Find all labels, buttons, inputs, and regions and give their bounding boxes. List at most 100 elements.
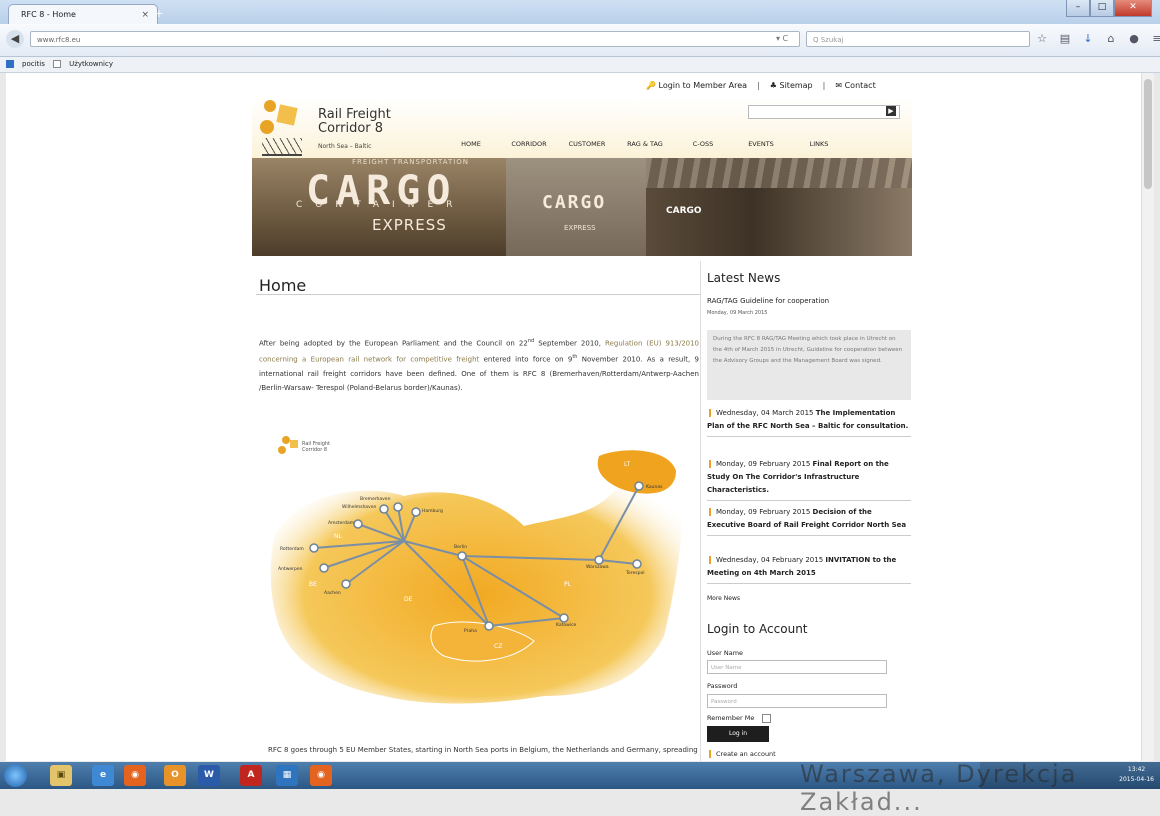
news-item-date: Monday, 09 February 2015	[716, 508, 811, 516]
maximize-button[interactable]: □	[1090, 0, 1114, 17]
username-label: User Name	[707, 649, 744, 657]
country-label: PL	[564, 581, 572, 588]
nav-c-oss[interactable]: C-OSS	[674, 140, 732, 148]
tab-title: RFC 8 - Home	[21, 10, 76, 19]
minimize-button[interactable]: –	[1066, 0, 1090, 17]
city-label: Bremerhaven	[360, 496, 391, 502]
title-divider	[256, 294, 701, 295]
brand-tagline: North Sea – Baltic	[318, 143, 372, 150]
search-button[interactable]: ▶	[886, 106, 896, 116]
browser-tab-bar: RFC 8 - Home × + – □ ✕	[0, 0, 1160, 24]
banner-express-text: EXPRESS	[372, 216, 447, 234]
browser-search-input[interactable]: Q Szukaj	[806, 31, 1030, 47]
page-icon	[53, 60, 62, 68]
password-input[interactable]: Password	[707, 694, 887, 708]
country-label: LT	[624, 461, 631, 468]
scrollbar[interactable]	[1141, 73, 1154, 761]
rfc8-logo[interactable]	[256, 100, 306, 156]
country-label: BE	[309, 581, 317, 588]
download-arrow-icon[interactable]: ↓	[1081, 32, 1095, 45]
bookmark-pocitis[interactable]: pocitis	[6, 60, 45, 68]
internet-explorer-icon[interactable]: e	[92, 765, 114, 786]
banner-container-text: CONTAINER	[296, 200, 466, 210]
close-tab-icon[interactable]: ×	[141, 5, 149, 25]
app-icon[interactable]: ▦	[276, 765, 298, 786]
separator: |	[757, 81, 760, 90]
login-heading: Login to Account	[707, 622, 808, 636]
news-item[interactable]: Monday, 09 February 2015 Decision of the…	[707, 506, 911, 536]
site-search-input[interactable]	[748, 105, 900, 119]
star-bookmark-icon[interactable]: ☆	[1035, 32, 1049, 45]
scrollbar-thumb[interactable]	[1144, 79, 1152, 189]
city-label: Terespol	[625, 570, 644, 576]
start-button[interactable]	[4, 764, 27, 787]
news-item[interactable]: Wednesday, 04 February 2015 INVITATION t…	[707, 554, 911, 584]
cargo-banner: FREIGHT TRANSPORTATION CARGO CONTAINER E…	[252, 158, 912, 256]
menu-icon[interactable]: ≡	[1150, 32, 1160, 45]
news-item[interactable]: Wednesday, 04 March 2015 The Implementat…	[707, 407, 911, 437]
browser-tab[interactable]: RFC 8 - Home ×	[8, 4, 158, 24]
explorer-icon[interactable]: ▣	[50, 765, 72, 786]
bottom-paragraph: RFC 8 goes through 5 EU Member States, s…	[268, 746, 698, 754]
news-featured-body: During the RFC 8 RAG/TAG Meeting which t…	[707, 330, 911, 400]
sitemap-label: Sitemap	[779, 81, 813, 90]
address-bar[interactable]: www.rfc8.eu	[30, 31, 800, 47]
firefox-icon[interactable]: ◉	[124, 765, 146, 786]
contact-label: Contact	[844, 81, 876, 90]
chat-icon[interactable]: ●	[1127, 32, 1141, 45]
back-arrow-icon[interactable]: ◀	[6, 30, 24, 48]
bookmark-label: pocitis	[22, 60, 45, 68]
nav-links[interactable]: LINKS	[790, 140, 848, 148]
city-label: Wilhelmshaven	[342, 504, 376, 510]
outlook-icon[interactable]: O	[164, 765, 186, 786]
login-member-label: Login to Member Area	[658, 81, 748, 90]
close-window-button[interactable]: ✕	[1114, 0, 1152, 17]
intro-text-3: entered into force on 9	[479, 355, 573, 364]
contact-link[interactable]: ✉ Contact	[835, 81, 875, 90]
banner-small-text: FREIGHT TRANSPORTATION	[352, 158, 470, 166]
word-icon[interactable]: W	[198, 765, 220, 786]
nav-events[interactable]: EVENTS	[732, 140, 790, 148]
nav-home[interactable]: HOME	[442, 140, 500, 148]
city-label: Rotterdam	[280, 546, 304, 552]
login-button[interactable]: Log in	[707, 726, 769, 742]
separator: |	[822, 81, 826, 90]
firefox-icon-2[interactable]: ◉	[310, 765, 332, 786]
city-label: Kaunas	[646, 484, 663, 490]
remember-me-label: Remember Me	[707, 714, 755, 722]
bookmark-folder-icon	[6, 60, 14, 68]
login-member-link[interactable]: 🔑 Login to Member Area	[646, 81, 747, 90]
nav-rag-tag[interactable]: RAG & TAG	[616, 140, 674, 148]
news-featured-title[interactable]: RAG/TAG Guideline for cooperation	[707, 297, 829, 305]
city-label: Aachen	[324, 590, 341, 596]
intro-paragraph: After being adopted by the European Parl…	[259, 334, 699, 395]
nav-corridor[interactable]: CORRIDOR	[500, 140, 558, 148]
username-input[interactable]: User Name	[707, 660, 887, 674]
password-label: Password	[707, 682, 738, 690]
news-item-date: Wednesday, 04 February 2015	[716, 556, 824, 564]
more-news-link[interactable]: More News	[707, 595, 740, 602]
home-icon[interactable]: ⌂	[1104, 32, 1118, 45]
corridor-map: Rail Freight Corridor 8 Bremerhaven Wilh…	[270, 436, 684, 704]
country-label: NL	[334, 533, 342, 540]
banner-panel-2: CARGO EXPRESS	[506, 158, 646, 256]
city-label: Berlin	[454, 544, 467, 550]
sitemap-link[interactable]: ♣ Sitemap	[770, 81, 813, 90]
map-logo-line-2: Corridor 8	[302, 447, 327, 453]
news-item-date: Monday, 09 February 2015	[716, 460, 811, 468]
remember-me-checkbox[interactable]	[762, 714, 771, 723]
banner-cargo-text-3: CARGO	[666, 206, 702, 216]
bookmarks-list-icon[interactable]: ▤	[1058, 32, 1072, 45]
window-controls: – □ ✕	[1066, 0, 1152, 17]
map-logo: Rail Freight Corridor 8	[278, 436, 330, 454]
nav-customer[interactable]: CUSTOMER	[558, 140, 616, 148]
latest-news-heading: Latest News	[707, 271, 781, 285]
top-links: 🔑 Login to Member Area | ♣ Sitemap | ✉ C…	[646, 81, 876, 90]
bookmark-uzytkownicy[interactable]: Użytkownicy	[53, 60, 113, 68]
new-tab-button[interactable]: +	[150, 6, 168, 22]
create-account-link[interactable]: Create an account	[707, 750, 776, 758]
news-item[interactable]: Monday, 09 February 2015 Final Report on…	[707, 458, 911, 501]
banner-panel-3: CARGO	[646, 158, 912, 256]
reload-icon[interactable]: ▾ C	[776, 31, 788, 47]
acrobat-icon[interactable]: A	[240, 765, 262, 786]
